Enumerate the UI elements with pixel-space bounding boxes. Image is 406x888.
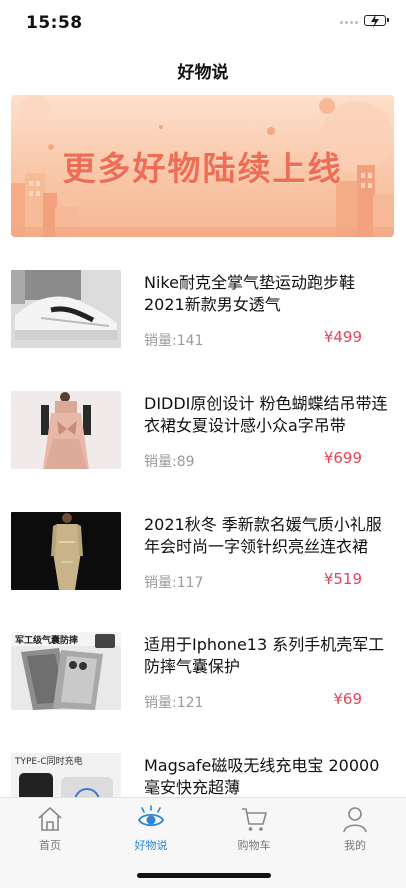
product-sales: 销量:141 [144, 333, 204, 349]
product-price: ¥499 [323, 328, 362, 346]
product-title: 适用于Iphone13 系列手机壳军工防摔气囊保护 [144, 635, 385, 676]
product-item[interactable]: 2021秋冬 季新款名媛气质小礼服年会时尚一字领针织亮丝连衣裙 销量:117 ¥… [0, 504, 406, 604]
phone-case-image: 军工级气囊防摔 [11, 632, 121, 710]
status-bar: 15:58 [0, 0, 406, 44]
power-bank-thumb-text: TYPE-C同时充电 [14, 755, 83, 767]
tab-profile[interactable]: 我的 [315, 804, 395, 853]
tab-label: 好物说 [134, 839, 168, 852]
product-title: Nike耐克全掌气垫运动跑步鞋2021新款男女透气 [144, 273, 355, 314]
product-item[interactable]: 军工级气囊防摔 适用于Iphone13 系列手机壳军工防摔气囊保护 销量:121… [0, 624, 406, 724]
product-price: ¥519 [323, 570, 362, 588]
home-indicator [137, 873, 271, 878]
tab-cart[interactable]: 购物车 [214, 804, 294, 853]
product-title: 2021秋冬 季新款名媛气质小礼服年会时尚一字领针织亮丝连衣裙 [144, 515, 382, 556]
tab-home[interactable]: 首页 [10, 804, 90, 853]
promo-banner[interactable]: 更多好物陆续上线 [11, 95, 394, 237]
tab-label: 购物车 [237, 839, 271, 852]
tab-label: 我的 [344, 839, 366, 852]
product-price: ¥699 [323, 449, 362, 467]
product-item[interactable]: DIDDI原创设计 粉色蝴蝶结吊带连衣裙女夏设计感小众a字吊带 销量:89 ¥6… [0, 383, 406, 483]
product-sales: 销量:89 [144, 454, 195, 470]
gold-dress-image [11, 512, 121, 590]
tab-label: 首页 [39, 839, 61, 852]
page-title: 好物说 [177, 63, 229, 83]
status-time: 15:58 [26, 13, 83, 33]
signal-icon [340, 21, 358, 24]
product-price: ¥69 [333, 690, 362, 708]
product-item[interactable]: Nike耐克全掌气垫运动跑步鞋2021新款男女透气 销量:141 ¥499 [0, 262, 406, 362]
sneaker-image [11, 270, 121, 348]
product-title: Magsafe磁吸无线充电宝 20000毫安快充超薄 [144, 756, 380, 797]
product-sales: 销量:117 [144, 575, 204, 591]
battery-charging-icon [364, 14, 389, 28]
pink-dress-image [11, 391, 121, 469]
user-icon [343, 807, 367, 833]
product-sales: 销量:121 [144, 695, 204, 711]
home-icon [38, 807, 62, 831]
cart-icon [242, 808, 267, 831]
tab-haowushuo[interactable]: 好物说 [111, 804, 191, 853]
phone-case-thumb-text: 军工级气囊防摔 [15, 634, 78, 646]
eye-icon [137, 805, 165, 827]
product-title: DIDDI原创设计 粉色蝴蝶结吊带连衣裙女夏设计感小众a字吊带 [144, 394, 388, 435]
app-screen: 15:58 好物说 更多好物陆续上线 Nike耐克全掌气垫运动跑步鞋2021新款… [0, 0, 406, 888]
banner-text: 更多好物陆续上线 [62, 149, 343, 188]
